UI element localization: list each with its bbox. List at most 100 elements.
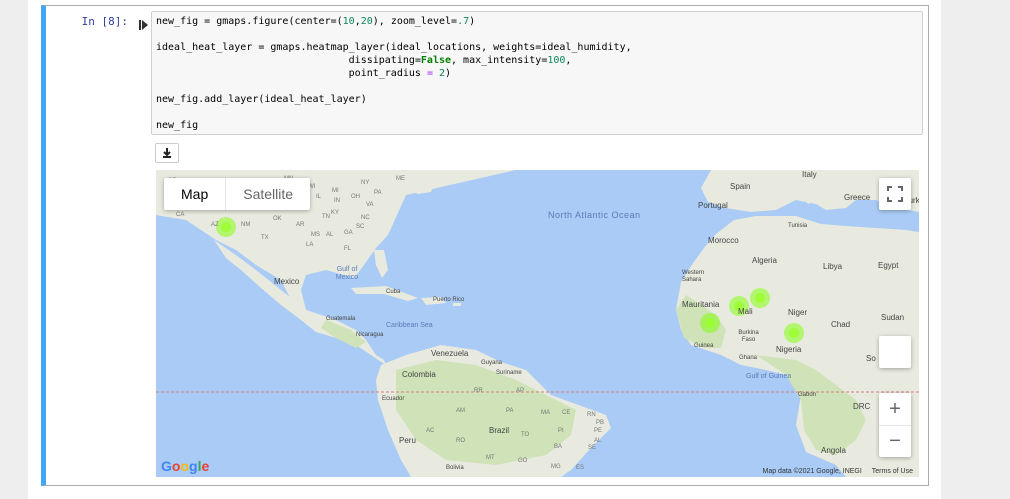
label-peru: Peru	[399, 436, 416, 445]
brazil-state-label: AP	[516, 388, 525, 394]
brazil-state-label: BA	[554, 444, 563, 450]
label-caribbean-sea: Caribbean Sea	[386, 322, 433, 329]
brazil-state-label: RR	[474, 388, 483, 394]
zoom-in-button[interactable]: +	[879, 393, 911, 426]
brazil-state-label: MG	[551, 464, 561, 470]
brazil-state-label: MT	[486, 455, 495, 461]
us-state-label: NY	[361, 180, 370, 186]
label-guatemala: Guatemala	[326, 316, 356, 322]
satellite-button[interactable]: Satellite	[225, 178, 310, 210]
zoom-control: + −	[879, 393, 911, 457]
terms-link[interactable]: Terms of Use	[872, 468, 913, 475]
code-line-4: dissipating=False, max_intensity=100,	[156, 55, 572, 66]
label-guinea: Guinea	[694, 343, 714, 349]
code-line-9: new_fig	[156, 120, 199, 131]
label-sudan: Sudan	[881, 313, 905, 322]
label-gulf-of-guinea: Gulf of Guinea	[746, 373, 792, 380]
label-bolivia: Bolivia	[446, 465, 464, 471]
label-brazil: Brazil	[489, 426, 510, 435]
ocean-label: North Atlantic Ocean	[548, 210, 641, 220]
run-indicator-icon	[139, 16, 149, 30]
label-italy: Italy	[802, 170, 817, 179]
label-egypt: Egypt	[878, 261, 899, 270]
us-state-label: CA	[176, 212, 185, 218]
label-ecuador: Ecuador	[382, 396, 405, 402]
brazil-state-label: ES	[576, 465, 585, 471]
zoom-out-button[interactable]: −	[879, 426, 911, 457]
label-western-sahara: Western Sahara	[682, 270, 705, 283]
label-ghana: Ghana	[739, 355, 758, 361]
brazil-state-label: TO	[521, 432, 530, 438]
us-state-label: LA	[306, 242, 314, 248]
brazil-state-label: RO	[456, 438, 465, 444]
label-drc: DRC	[853, 402, 871, 411]
label-guyana: Guyana	[481, 360, 503, 366]
map-type-control[interactable]: Map Satellite	[164, 178, 311, 210]
brazil-state-label: RN	[587, 412, 596, 418]
code-line-1: new_fig = gmaps.figure(center=(10,20), z…	[156, 16, 476, 27]
label-spain: Spain	[730, 182, 751, 191]
map-attribution: Map data ©2021 Google, INEGI Terms of Us…	[754, 468, 913, 475]
label-greece: Greece	[844, 193, 871, 202]
brazil-state-label: AL	[594, 438, 602, 444]
label-nicaragua: Nicaragua	[356, 332, 384, 338]
us-state-label: GA	[344, 230, 353, 236]
map-widget[interactable]: North Atlantic Ocean Mexico Gulf of Mexi…	[156, 170, 919, 477]
label-colombia: Colombia	[402, 370, 436, 379]
brazil-state-label: SE	[588, 445, 597, 451]
fullscreen-button[interactable]	[879, 178, 911, 210]
brazil-state-label: AM	[456, 408, 465, 414]
map-canvas[interactable]	[156, 170, 919, 477]
label-mauritania: Mauritania	[682, 300, 720, 309]
label-mexico: Mexico	[274, 277, 300, 286]
map-button[interactable]: Map	[164, 178, 225, 210]
label-algeria: Algeria	[752, 256, 777, 265]
us-state-label: TN	[322, 214, 330, 220]
us-state-label: AR	[296, 222, 305, 228]
us-state-label: KY	[331, 210, 340, 216]
us-state-label: IN	[334, 198, 340, 204]
us-state-label: NC	[361, 215, 370, 221]
us-state-label: FL	[344, 246, 352, 252]
google-logo[interactable]: Google	[161, 458, 209, 474]
label-angola: Angola	[821, 446, 846, 455]
us-state-label: IL	[316, 194, 322, 200]
us-state-label: ME	[396, 176, 405, 182]
brazil-state-label: MA	[541, 410, 550, 416]
label-gabon: Gabon	[798, 392, 817, 398]
label-tunisia: Tunisia	[788, 223, 808, 229]
code-editor[interactable]: new_fig = gmaps.figure(center=(10,20), z…	[151, 11, 923, 135]
cell-prompt: In [8]:	[81, 15, 128, 28]
label-libya: Libya	[823, 262, 843, 271]
us-state-label: VA	[366, 202, 374, 208]
label-burkina-faso: Burkina Faso	[738, 330, 759, 343]
brazil-state-label: PI	[558, 428, 564, 434]
brazil-state-label: AC	[426, 428, 435, 434]
label-morocco: Morocco	[708, 236, 739, 245]
label-puerto-rico: Puerto Rico	[433, 297, 465, 303]
us-state-label: PA	[374, 190, 382, 196]
us-state-label: OH	[351, 194, 360, 200]
us-state-label: MS	[311, 232, 320, 238]
code-line-5: point_radius = 2)	[156, 68, 452, 79]
brazil-state-label: CE	[562, 410, 571, 416]
label-nigeria: Nigeria	[776, 345, 802, 354]
brazil-state-label: PB	[596, 420, 605, 426]
brazil-state-label: PE	[594, 428, 603, 434]
map-data-credit: Map data ©2021 Google, INEGI	[762, 468, 862, 475]
us-state-label: AL	[326, 232, 334, 238]
us-state-label: AZ	[211, 222, 219, 228]
brazil-state-label: GO	[518, 458, 528, 464]
label-mali: Mali	[738, 307, 753, 316]
label-portugal: Portugal	[698, 201, 728, 210]
street-view-pegman[interactable]	[879, 336, 911, 368]
label-gulf-of-mexico: Gulf of Mexico	[335, 266, 359, 281]
label-niger: Niger	[788, 308, 808, 317]
download-button[interactable]	[155, 143, 179, 163]
code-line-3: ideal_heat_layer = gmaps.heatmap_layer(i…	[156, 42, 632, 53]
fullscreen-icon	[887, 186, 903, 202]
download-icon	[163, 148, 171, 158]
label-suriname: Suriname	[496, 370, 522, 376]
label-cuba: Cuba	[386, 289, 401, 295]
brazil-state-label: PA	[506, 408, 514, 414]
